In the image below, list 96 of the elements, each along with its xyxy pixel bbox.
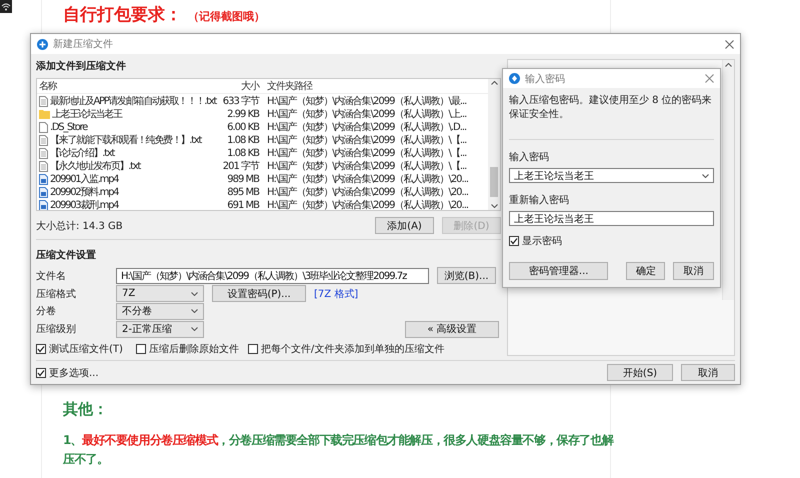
column-header[interactable]: 文件夹路径 — [264, 79, 488, 93]
file-name[interactable]: 上老王论坛当老王 — [52, 107, 122, 121]
section-title: 添加文件到压缩文件 — [36, 60, 127, 73]
video-file-icon — [39, 174, 48, 184]
caret-icon — [191, 292, 198, 296]
scrollbar[interactable] — [722, 60, 734, 300]
file-path: H:\国产（知梦）\内涵合集\2099（私人调教）\20... — [266, 198, 470, 210]
file-path: H:\国产（知梦）\内涵合集\2099（私人调教）\20... — [266, 172, 470, 186]
file-size: 1.08 KB — [226, 134, 260, 146]
file-path: H:\国产（知梦）\内涵合集\2099（私人调教）\【... — [266, 134, 468, 147]
checkbox-label[interactable]: 把每个文件/文件夹添加到单独的压缩文件 — [260, 342, 444, 356]
paragraph: 1、最好不要使用分卷压缩模式，分卷压缩需要全部下载完压缩包才能解压，很多人硬盘容量不够，保存了也解压不了。 — [63, 432, 615, 468]
caret-icon — [191, 309, 198, 314]
format-link[interactable]: [7Z 格式] — [314, 286, 358, 301]
file-name[interactable]: 最新地址及APP请发邮箱自动获取！！！.txt — [50, 94, 216, 108]
file-path: H:\国产（知梦）\内涵合集\2099（私人调教）\.D... — [266, 120, 468, 134]
caret-icon — [191, 327, 198, 332]
field-label: 分卷 — [36, 305, 57, 318]
checkbox-label[interactable]: 更多选项... — [49, 366, 99, 380]
instruction-text: 输入压缩包密码。建议使用至少 8 位的密码来保证安全性。 — [509, 94, 713, 122]
file-name[interactable]: 209903裁刑.mp4 — [50, 198, 118, 210]
scrollbar-thumb[interactable] — [490, 167, 498, 197]
column-header[interactable]: 名称 — [37, 79, 218, 93]
field-label: 重新输入密码 — [509, 194, 570, 207]
file-size: 633 字节 — [222, 94, 260, 108]
file-size: 691 MB — [226, 200, 260, 210]
set-password-button[interactable]: 设置密码(P)... — [212, 285, 306, 302]
split-dropdown[interactable]: 不分卷 — [116, 302, 204, 320]
video-file-icon — [39, 186, 48, 198]
file-path: H:\国产（知梦）\内涵合集\2099（私人调教）\上... — [266, 108, 468, 121]
scroll-down-icon[interactable] — [490, 204, 498, 208]
file-icon — [39, 122, 48, 132]
field-label: 压缩级别 — [36, 322, 77, 336]
scrollbar[interactable] — [488, 79, 500, 210]
filename-field[interactable]: H:\国产（知梦）\内涵合集\2099（私人调教）\3班毕业论文整理2099.7z — [116, 268, 429, 284]
heading-note: （记得截图哦） — [188, 9, 265, 24]
file-name[interactable]: 209902预料.mp4 — [50, 185, 118, 199]
close-icon[interactable] — [705, 74, 714, 83]
browse-button[interactable]: 浏览(B)... — [437, 267, 496, 284]
lock-icon — [509, 73, 520, 84]
file-name[interactable]: 【永久地址发布页】.txt — [50, 159, 140, 173]
cancel-button[interactable]: 取消 — [673, 262, 714, 280]
wifi-icon[interactable] — [0, 0, 12, 13]
file-name[interactable]: 【来了就能下载和观看！纯免费！】.txt — [50, 133, 201, 147]
close-icon[interactable] — [725, 40, 734, 48]
checkbox[interactable] — [136, 344, 146, 354]
file-size: 6.00 KB — [226, 122, 260, 132]
confirm-password-field[interactable]: 上老王论坛当老王 — [509, 211, 714, 226]
ok-button[interactable]: 确定 — [626, 262, 666, 280]
file-size: 989 MB — [226, 174, 260, 184]
dialog-title: 输入密码 — [525, 72, 565, 86]
add-icon — [37, 38, 48, 50]
file-size: 1.08 KB — [226, 148, 260, 158]
caret-icon — [702, 174, 709, 178]
file-path: H:\国产（知梦）\内涵合集\2099（私人调教）\【... — [266, 146, 468, 160]
checkbox-label[interactable]: 显示密码 — [522, 234, 562, 248]
password-manager-button[interactable]: 密码管理器... — [509, 262, 608, 280]
start-button[interactable]: 开始(S) — [607, 364, 673, 381]
field-label: 压缩格式 — [36, 288, 77, 301]
checkbox[interactable] — [36, 344, 46, 354]
file-size: 895 MB — [226, 186, 260, 198]
file-name[interactable]: 209901入监.mp4 — [50, 172, 118, 186]
scroll-up-icon[interactable] — [725, 63, 732, 67]
checkbox-label[interactable]: 压缩后删除原始文件 — [148, 342, 239, 356]
file-name[interactable]: .DS_Store — [50, 122, 87, 132]
video-file-icon — [39, 200, 48, 210]
level-dropdown[interactable]: 2-正常压缩 — [116, 320, 204, 338]
cancel-button[interactable]: 取消 — [681, 364, 735, 381]
password-field[interactable]: 上老王论坛当老王 — [509, 168, 714, 183]
total-size: 大小总计: 14.3 GB — [36, 220, 123, 232]
page-heading: 自行打包要求： — [63, 4, 182, 26]
text-file-icon — [39, 96, 48, 106]
scroll-up-icon[interactable] — [490, 81, 498, 85]
file-size: 201 字节 — [222, 160, 260, 173]
folder-icon — [39, 109, 50, 119]
checkbox-label[interactable]: 测试压缩文件(T) — [49, 342, 123, 356]
file-size: 2.99 KB — [226, 108, 260, 120]
file-path: H:\国产（知梦）\内涵合集\2099（私人调教）\最... — [266, 94, 468, 108]
checkbox[interactable] — [509, 236, 519, 246]
column-header[interactable]: 大小 — [218, 79, 264, 93]
section-heading: 其他： — [63, 400, 109, 419]
checkbox[interactable] — [36, 368, 46, 378]
checkbox[interactable] — [248, 344, 258, 354]
format-dropdown[interactable]: 7Z — [116, 285, 204, 302]
file-name[interactable]: 【论坛介绍】.txt — [50, 146, 114, 160]
field-label: 文件名 — [36, 270, 67, 283]
text-file-icon — [39, 134, 48, 146]
file-path: H:\国产（知梦）\内涵合集\2099（私人调教）\20... — [266, 186, 470, 199]
section-title: 压缩文件设置 — [36, 248, 97, 262]
field-label: 输入密码 — [509, 150, 550, 164]
advanced-settings-button[interactable]: « 高级设置 — [405, 320, 499, 338]
text-file-icon — [39, 148, 48, 158]
window-title: 新建压缩文件 — [53, 38, 113, 51]
text-file-icon — [39, 160, 48, 172]
add-button[interactable]: 添加(A) — [375, 217, 434, 234]
file-path: H:\国产（知梦）\内涵合集\2099（私人调教）\【... — [266, 160, 468, 173]
